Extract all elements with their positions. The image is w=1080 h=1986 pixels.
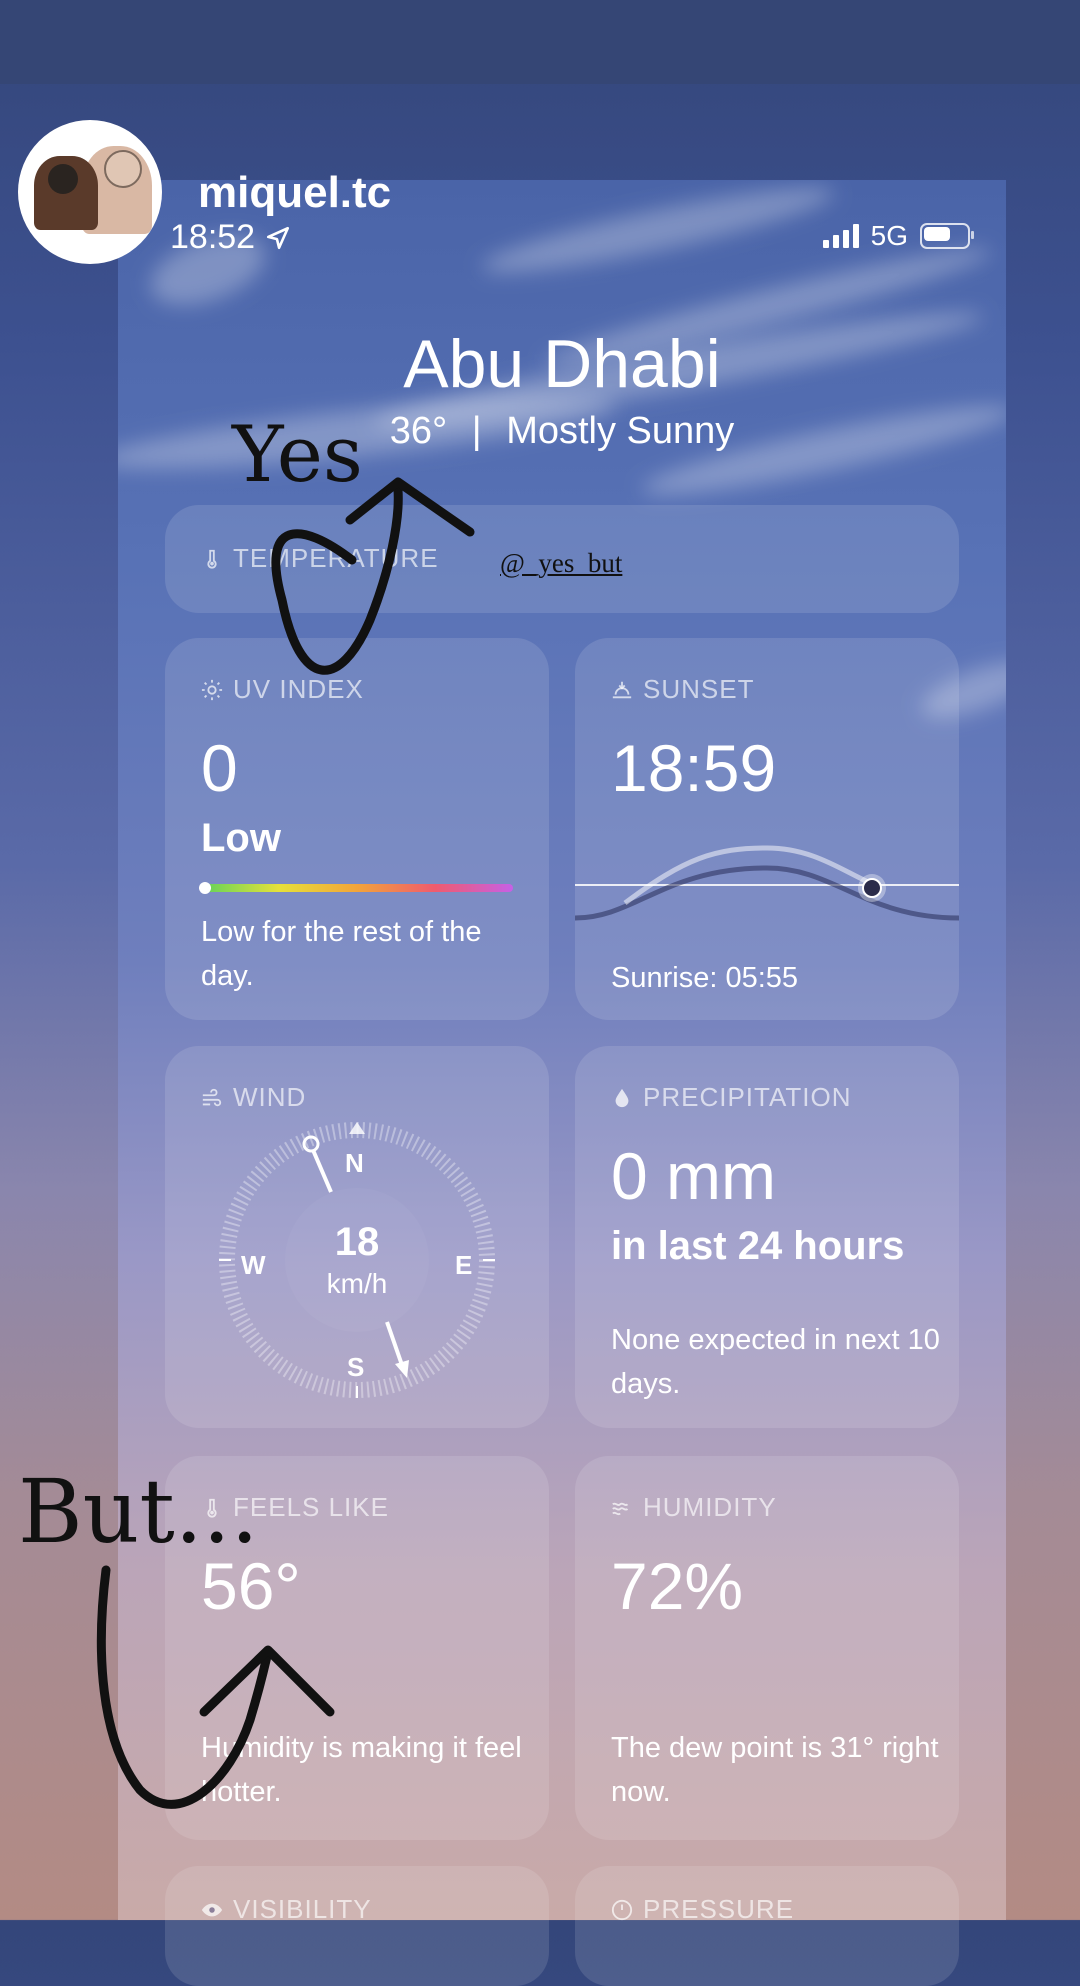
annotation-arrows bbox=[96, 477, 475, 1809]
